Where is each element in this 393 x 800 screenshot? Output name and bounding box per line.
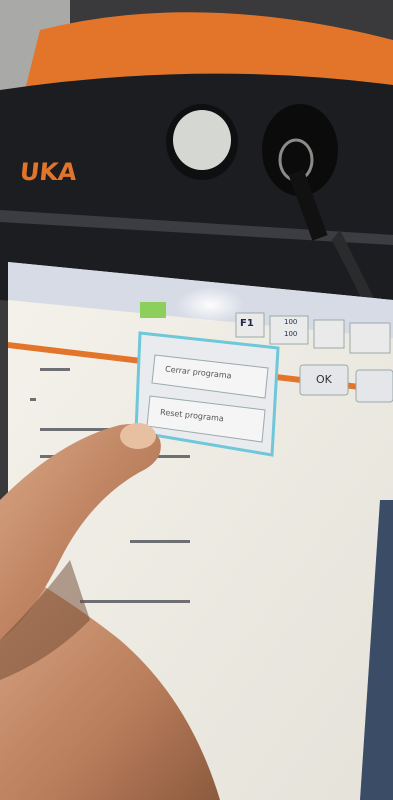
status-box-4 [349,322,391,354]
next-button-shape [355,369,393,403]
status-green [140,302,166,318]
ok-button-label[interactable]: OK [316,373,332,386]
brand-logo-text: UKA [18,158,79,186]
round-button-cap [173,110,231,170]
status-f-label[interactable]: F1 [240,318,254,329]
fingernail [120,423,156,449]
photo-scene: UKA F1 100 100 OK Cerrar programa Reset … [0,0,393,800]
status-box-3 [313,319,345,349]
light-glow [176,287,244,323]
status-speed-bottom: 100 [284,330,298,338]
status-speed-top: 100 [284,318,298,326]
photo-illustration [0,0,393,800]
